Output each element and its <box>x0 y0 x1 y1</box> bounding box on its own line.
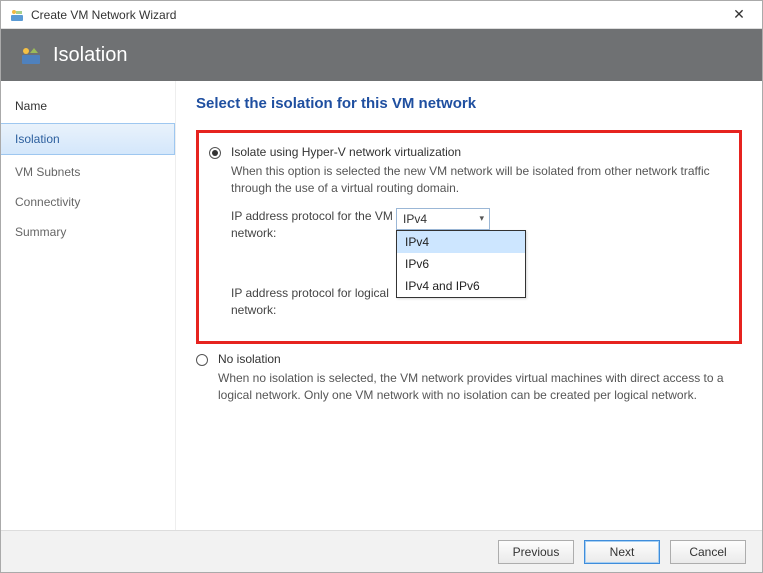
header-banner: Isolation <box>1 29 762 81</box>
next-button[interactable]: Next <box>584 540 660 564</box>
wizard-body: Name Isolation VM Subnets Connectivity S… <box>1 81 762 530</box>
vm-protocol-label: IP address protocol for the VM network: <box>231 208 396 242</box>
wizard-step-icon <box>19 43 43 67</box>
wizard-steps-sidebar: Name Isolation VM Subnets Connectivity S… <box>1 81 176 530</box>
cancel-button[interactable]: Cancel <box>670 540 746 564</box>
vm-protocol-select[interactable]: IPv4 ▾ <box>396 208 490 230</box>
chevron-down-icon: ▾ <box>479 213 484 224</box>
wizard-window: Create VM Network Wizard ✕ Isolation Nam… <box>0 0 763 573</box>
option-isolate-label: Isolate using Hyper-V network virtualiza… <box>231 145 461 159</box>
window-title: Create VM Network Wizard <box>31 8 724 22</box>
main-panel: Select the isolation for this VM network… <box>176 81 762 530</box>
app-icon <box>9 7 25 23</box>
option-none-row: No isolation <box>196 352 742 366</box>
radio-no-isolation[interactable] <box>196 354 208 366</box>
dropdown-item-ipv4[interactable]: IPv4 <box>397 231 525 253</box>
option-none-label: No isolation <box>218 352 281 366</box>
vm-protocol-select-value: IPv4 <box>403 212 427 226</box>
sidebar-item-summary[interactable]: Summary <box>1 217 175 247</box>
dropdown-item-ipv6[interactable]: IPv6 <box>397 253 525 275</box>
option-isolate-row: Isolate using Hyper-V network virtualiza… <box>209 145 729 159</box>
sidebar-item-isolation[interactable]: Isolation <box>1 123 175 155</box>
option-isolate-description: When this option is selected the new VM … <box>231 163 729 198</box>
sidebar-item-vm-subnets[interactable]: VM Subnets <box>1 157 175 187</box>
dropdown-item-ipv4-and-ipv6[interactable]: IPv4 and IPv6 <box>397 275 525 297</box>
page-title: Isolation <box>53 44 128 67</box>
sidebar-item-connectivity[interactable]: Connectivity <box>1 187 175 217</box>
isolation-option-group: Isolate using Hyper-V network virtualiza… <box>196 130 742 344</box>
sidebar-item-name[interactable]: Name <box>1 91 175 121</box>
vm-protocol-dropdown: IPv4 IPv6 IPv4 and IPv6 <box>396 230 526 298</box>
main-heading: Select the isolation for this VM network <box>196 95 742 112</box>
close-button[interactable]: ✕ <box>724 5 754 25</box>
logical-protocol-label: IP address protocol for logical network: <box>231 285 396 319</box>
radio-isolate[interactable] <box>209 147 221 159</box>
wizard-footer: Previous Next Cancel <box>1 530 762 572</box>
previous-button[interactable]: Previous <box>498 540 574 564</box>
option-none-description: When no isolation is selected, the VM ne… <box>218 370 742 405</box>
no-isolation-option: No isolation When no isolation is select… <box>196 352 742 405</box>
protocol-fields: IP address protocol for the VM network: … <box>231 208 729 319</box>
titlebar: Create VM Network Wizard ✕ <box>1 1 762 29</box>
